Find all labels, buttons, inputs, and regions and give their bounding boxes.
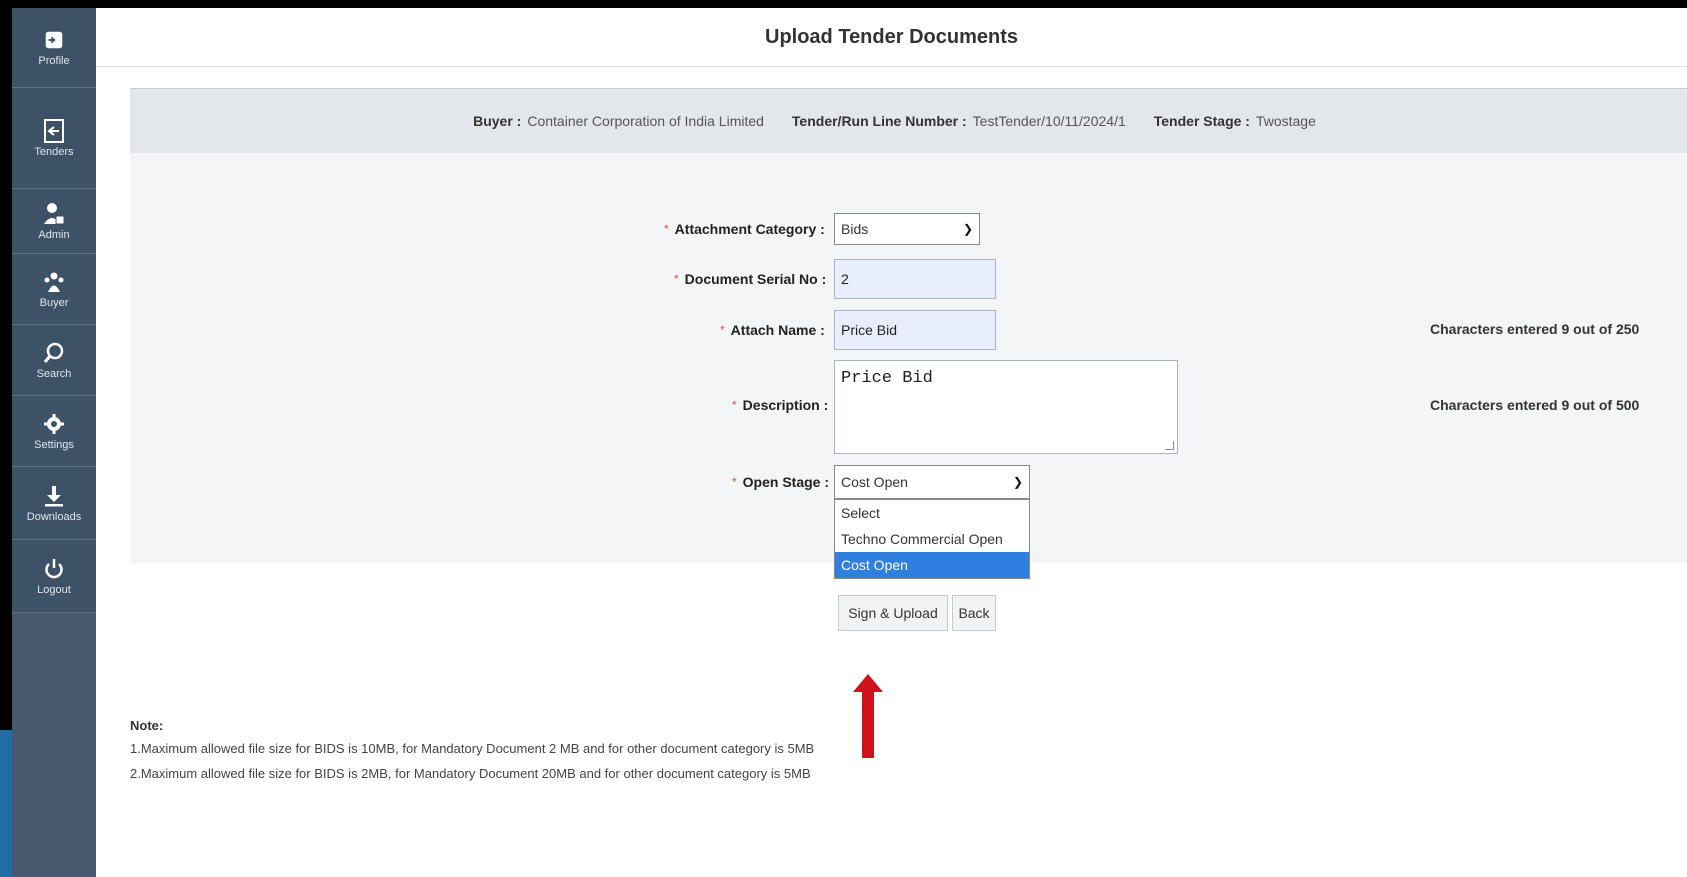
admin-user-icon [42, 202, 66, 226]
sidebar-item-tenders[interactable]: Tenders [12, 88, 96, 189]
note-title: Note: [130, 718, 164, 733]
attachment-category-value: Bids [841, 221, 869, 237]
tender-stage-value: Twostage [1255, 113, 1316, 129]
sidebar-item-label: Search [36, 367, 72, 380]
sidebar-item-profile[interactable]: Profile [12, 8, 96, 88]
description-label: Description : [742, 397, 829, 413]
download-icon [42, 484, 66, 508]
description-textarea[interactable]: Price Bid [834, 360, 1178, 454]
main-content: Upload Tender Documents Buyer : Containe… [96, 8, 1687, 877]
document-serial-label: Document Serial No : [684, 271, 827, 287]
description-char-count: Characters entered 9 out of 500 [1430, 397, 1640, 413]
description-value: Price Bid [841, 369, 933, 388]
description-row: * Description : [732, 385, 828, 425]
sidebar-item-buyer[interactable]: Buyer [12, 254, 96, 325]
sidebar-item-label: Logout [37, 583, 71, 596]
attach-name-label: Attach Name : [730, 322, 825, 338]
sidebar-item-settings[interactable]: Settings [12, 396, 96, 467]
note-line: 2.Maximum allowed file size for BIDS is … [130, 766, 811, 781]
open-stage-label: Open Stage : [742, 474, 830, 490]
required-marker: * [674, 272, 679, 286]
sign-in-icon [42, 28, 66, 52]
sidebar-filler [12, 613, 96, 877]
attachment-category-label: Attachment Category : [674, 221, 825, 237]
dropdown-option[interactable]: Select [835, 500, 1029, 526]
open-stage-value: Cost Open [841, 474, 908, 490]
sign-upload-button[interactable]: Sign & Upload [838, 595, 948, 631]
power-icon [42, 557, 66, 581]
attach-name-value: Price Bid [841, 322, 898, 338]
sidebar-item-label: Profile [38, 55, 70, 67]
tender-doc-icon [42, 118, 66, 143]
decorative-blue-strip [0, 730, 12, 877]
attachment-category-select[interactable]: Bids ❯ [834, 213, 980, 245]
buyer-value: Container Corporation of India Limited [527, 113, 764, 129]
note-line: 1.Maximum allowed file size for BIDS is … [130, 741, 815, 756]
attach-name-row: * Attach Name : [720, 310, 825, 350]
required-marker: * [732, 475, 737, 489]
document-serial-value: 2 [841, 271, 849, 287]
browser-frame: Profile Tenders Admin Buyer Search Setti… [12, 8, 1687, 877]
chevron-down-icon: ❯ [962, 222, 973, 236]
required-marker: * [732, 398, 737, 412]
sidebar-item-downloads[interactable]: Downloads [12, 467, 96, 540]
sidebar-item-label: Admin [38, 228, 70, 241]
attach-name-char-count: Characters entered 9 out of 250 [1430, 321, 1640, 337]
sidebar-item-label: Buyer [39, 296, 69, 309]
sidebar-item-label: Settings [34, 438, 74, 451]
search-icon [42, 341, 66, 365]
required-marker: * [664, 222, 669, 236]
open-stage-dropdown: Select Techno Commercial Open Cost Open [834, 499, 1030, 579]
open-stage-select[interactable]: Cost Open ❯ [834, 465, 1030, 499]
buyer-icon [42, 270, 66, 294]
sidebar: Profile Tenders Admin Buyer Search Setti… [12, 8, 96, 877]
buyer-label: Buyer : [473, 113, 522, 129]
dropdown-option-selected[interactable]: Cost Open [835, 552, 1029, 578]
sidebar-item-logout[interactable]: Logout [12, 540, 96, 613]
sidebar-item-search[interactable]: Search [12, 325, 96, 396]
sidebar-item-admin[interactable]: Admin [12, 189, 96, 254]
dropdown-option[interactable]: Techno Commercial Open [835, 526, 1029, 552]
open-stage-row: * Open Stage : [732, 465, 829, 499]
required-marker: * [720, 323, 725, 337]
sidebar-item-label: Tenders [34, 145, 74, 158]
resize-handle[interactable] [1165, 441, 1174, 450]
upload-form: * Attachment Category : Bids ❯ * Documen… [130, 153, 1687, 579]
sidebar-item-label: Downloads [26, 510, 82, 523]
document-serial-input[interactable]: 2 [834, 259, 996, 299]
page-title: Upload Tender Documents [96, 8, 1687, 67]
back-button[interactable]: Back [952, 595, 996, 631]
tender-number-value: TestTender/10/11/2024/1 [972, 113, 1126, 129]
tender-stage-label: Tender Stage : [1153, 113, 1250, 129]
settings-icon [42, 412, 66, 436]
document-serial-row: * Document Serial No : [674, 259, 826, 299]
attach-name-input[interactable]: Price Bid [834, 310, 996, 350]
note-section: Note: 1.Maximum allowed file size for BI… [130, 718, 814, 791]
chevron-down-icon: ❯ [1012, 475, 1023, 489]
red-arrow-annotation [851, 672, 885, 760]
attachment-category-row: * Attachment Category : [664, 213, 825, 245]
tender-info-bar: Buyer : Container Corporation of India L… [130, 88, 1687, 154]
tender-number-label: Tender/Run Line Number : [791, 113, 967, 129]
